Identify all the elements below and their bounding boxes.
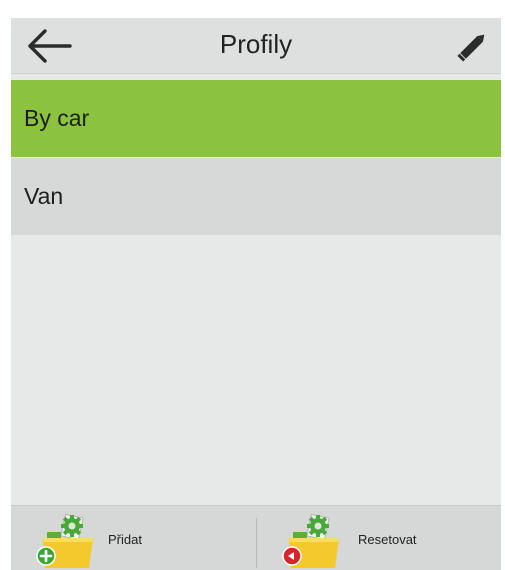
- folder-reset-icon: [282, 513, 339, 568]
- page-title: Profily: [219, 29, 293, 59]
- profile-item-by-car[interactable]: By car: [11, 80, 501, 157]
- profiles-screen: Profily By car Van Přidat Resetovat: [11, 18, 501, 570]
- edit-button[interactable]: [453, 28, 493, 64]
- profile-item-label: Van: [24, 183, 64, 209]
- add-profile-button[interactable]: Přidat: [11, 506, 256, 570]
- reset-label: Resetovat: [358, 532, 417, 547]
- back-button[interactable]: [25, 28, 73, 64]
- profile-item-van[interactable]: Van: [11, 158, 501, 235]
- add-label: Přidat: [108, 532, 142, 547]
- profile-item-label: By car: [24, 105, 90, 131]
- reset-button[interactable]: Resetovat: [257, 506, 501, 570]
- bottom-toolbar: Přidat Resetovat: [11, 505, 501, 570]
- top-bar: Profily: [11, 18, 501, 74]
- arrow-left-icon: [28, 29, 72, 63]
- profile-list: By car Van: [11, 80, 501, 236]
- folder-add-icon: [36, 513, 93, 568]
- pencil-icon: [457, 34, 485, 62]
